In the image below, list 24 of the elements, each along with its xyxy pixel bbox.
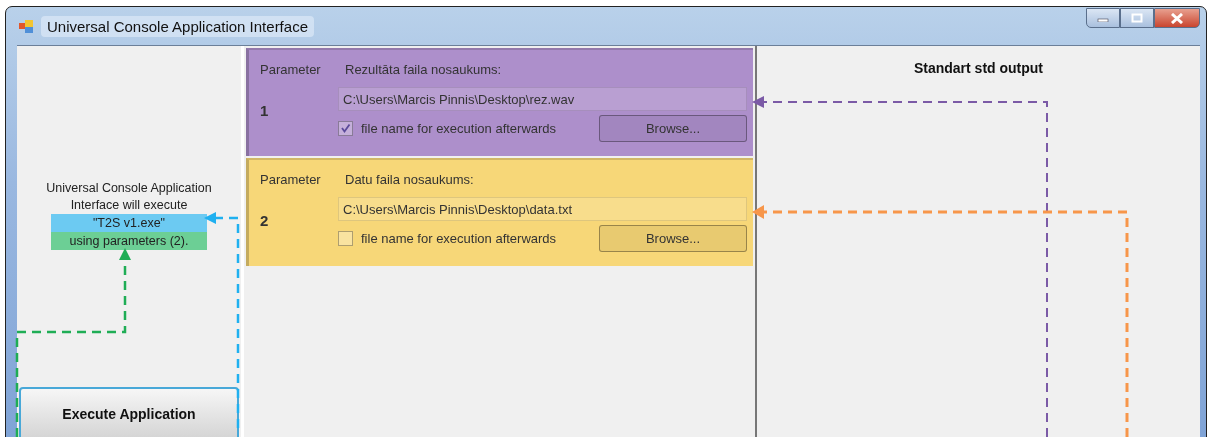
output-title: Standart std output <box>913 60 1044 78</box>
close-icon <box>1170 12 1184 24</box>
minimize-button[interactable] <box>1086 8 1120 28</box>
checkbox[interactable] <box>338 121 353 136</box>
parameter-number: 2 <box>260 212 270 229</box>
parameters-note: using parameters (2). <box>51 232 207 250</box>
parameter-label: Parameter <box>260 172 322 187</box>
parameter-label: Parameter <box>260 62 322 77</box>
parameter-number: 1 <box>260 102 270 119</box>
app-icon <box>19 19 33 33</box>
checkbox-label: file name for execution afterwards <box>361 231 557 246</box>
browse-button[interactable]: Browse... <box>599 115 747 142</box>
summary-text: Universal Console Application Interface will execute <box>45 180 213 214</box>
close-button[interactable] <box>1154 8 1200 28</box>
execute-button[interactable]: Execute Application <box>19 387 239 437</box>
browse-button[interactable]: Browse... <box>599 225 747 252</box>
parameter-title: Rezultāta faila nosaukums: <box>345 62 503 77</box>
checkbox-label: file name for execution afterwards <box>361 121 557 136</box>
maximize-icon <box>1131 13 1143 23</box>
checkbox[interactable] <box>338 231 353 246</box>
maximize-button[interactable] <box>1120 8 1154 28</box>
window-title: Universal Console Application Interface <box>41 15 314 37</box>
parameter-title: Datu faila nosaukums: <box>345 172 475 187</box>
program-name: "T2S v1.exe" <box>51 214 207 232</box>
